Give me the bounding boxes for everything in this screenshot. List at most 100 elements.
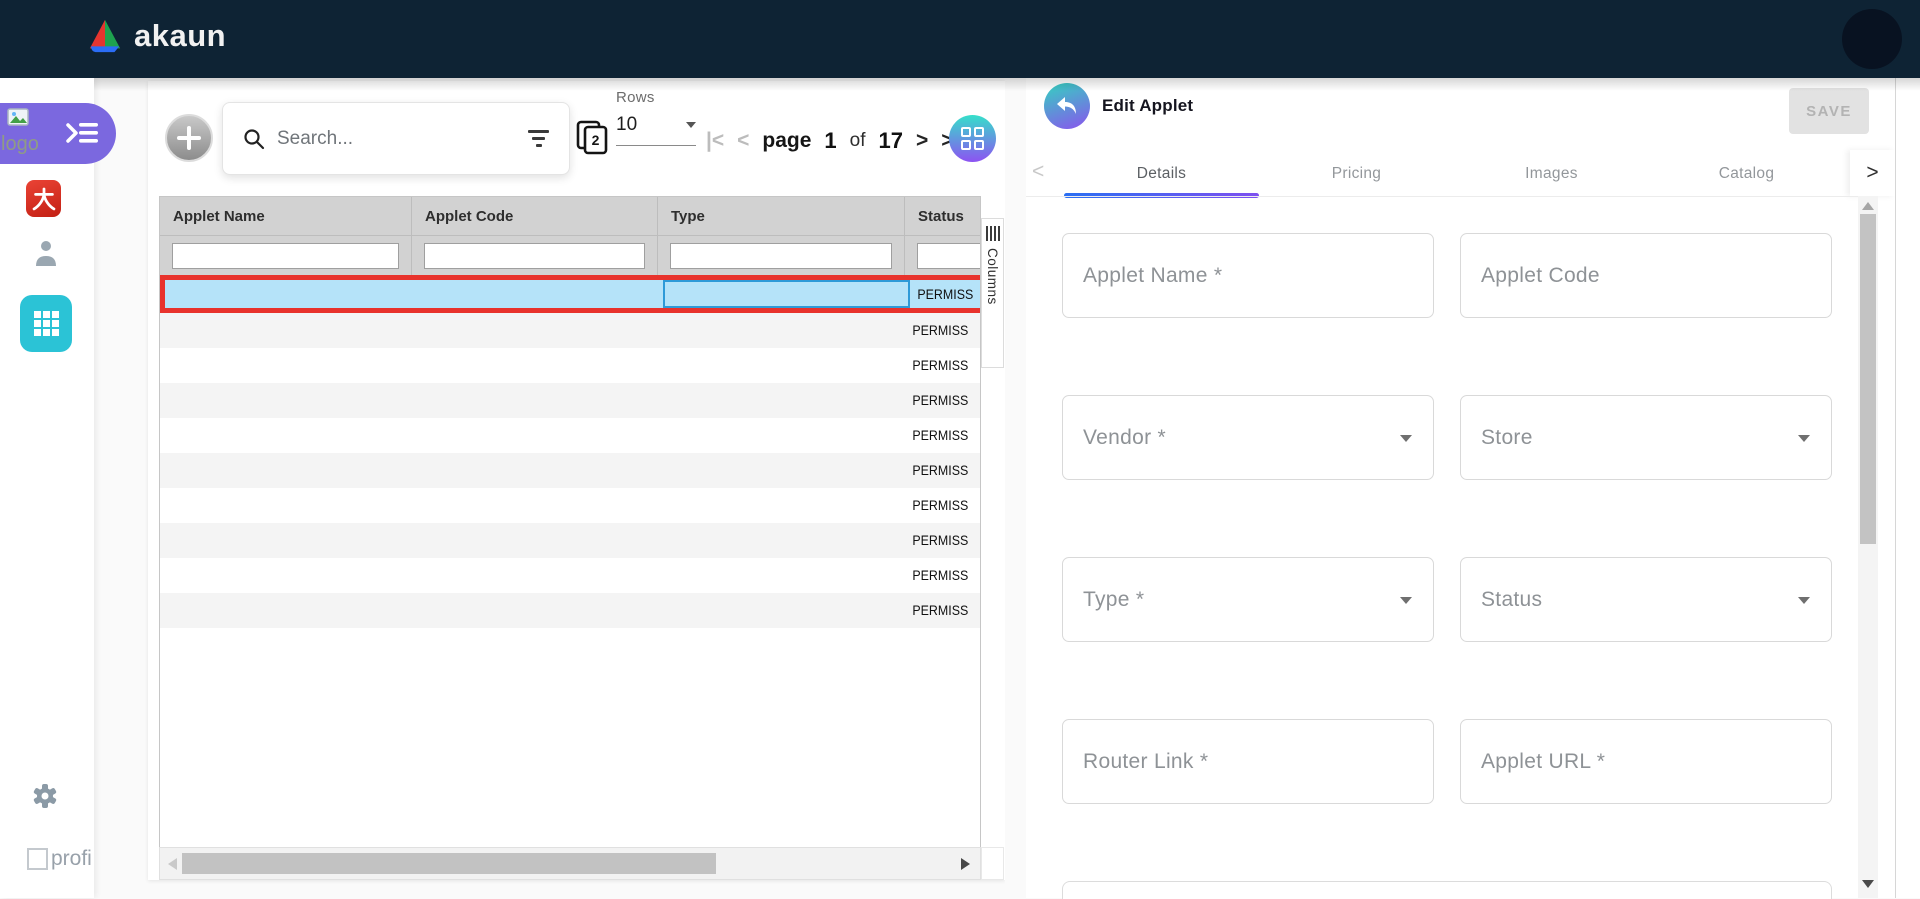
- field-applet-code[interactable]: [1461, 234, 1831, 317]
- search-box[interactable]: [222, 102, 570, 175]
- cell-status[interactable]: PERMISS: [905, 593, 981, 628]
- sidebar-item-apps[interactable]: [20, 295, 72, 352]
- tab-images[interactable]: Images: [1454, 150, 1649, 197]
- tab-details[interactable]: Details: [1064, 150, 1259, 197]
- vertical-scrollbar[interactable]: [1858, 196, 1878, 898]
- scroll-down-arrow-icon[interactable]: [1862, 880, 1874, 888]
- scroll-left-arrow-icon[interactable]: [168, 858, 177, 870]
- tab-catalog[interactable]: Catalog: [1649, 150, 1844, 197]
- cell-applet-code[interactable]: [412, 383, 658, 418]
- cell-applet-code[interactable]: [412, 348, 658, 383]
- cell-type[interactable]: [658, 383, 905, 418]
- cell-applet-code[interactable]: [412, 558, 658, 593]
- table-row[interactable]: PERMISS: [160, 348, 981, 383]
- cell-applet-name[interactable]: [160, 453, 412, 488]
- cell-applet-code[interactable]: [412, 593, 658, 628]
- cell-applet-name[interactable]: [160, 488, 412, 523]
- column-header-status[interactable]: Status: [905, 197, 981, 235]
- tabs-prev-chevron[interactable]: <: [1032, 160, 1044, 184]
- view-toggle-button[interactable]: [949, 115, 996, 162]
- cell-status[interactable]: PERMISS: [905, 523, 981, 558]
- cell-applet-name[interactable]: [160, 418, 412, 453]
- cell-applet-name[interactable]: [160, 348, 412, 383]
- first-page-button[interactable]: |<: [706, 129, 724, 153]
- cell-status[interactable]: PERMISS: [905, 418, 981, 453]
- cell-status[interactable]: PERMISS: [905, 348, 981, 383]
- table-row[interactable]: PERMISS: [160, 275, 981, 313]
- cell-applet-code[interactable]: [412, 453, 658, 488]
- filter-input-status[interactable]: [917, 243, 981, 269]
- rows-select[interactable]: 10: [616, 114, 696, 146]
- field-vendor[interactable]: [1063, 396, 1433, 479]
- scroll-right-arrow-icon[interactable]: [961, 858, 970, 870]
- tabs-next-chevron[interactable]: >: [1850, 150, 1895, 196]
- field-applet-name[interactable]: [1063, 234, 1433, 317]
- cell-applet-code[interactable]: [417, 280, 663, 308]
- sidebar-item-user[interactable]: [31, 238, 59, 273]
- cell-applet-name[interactable]: [165, 280, 417, 308]
- field-status[interactable]: [1461, 558, 1831, 641]
- menu-open-icon[interactable]: [66, 120, 100, 146]
- horizontal-scrollbar-thumb[interactable]: [182, 853, 716, 874]
- field-store[interactable]: [1461, 396, 1831, 479]
- cell-status[interactable]: PERMISS: [905, 313, 981, 348]
- cell-status[interactable]: PERMISS: [905, 383, 981, 418]
- cell-type[interactable]: [658, 348, 905, 383]
- cell-type[interactable]: [658, 523, 905, 558]
- table-row[interactable]: PERMISS: [160, 453, 981, 488]
- cell-status[interactable]: PERMISS: [905, 488, 981, 523]
- column-header-applet-name[interactable]: Applet Name: [160, 197, 412, 235]
- cell-applet-name[interactable]: [160, 558, 412, 593]
- cell-applet-name[interactable]: [160, 523, 412, 558]
- cell-status[interactable]: PERMISS: [910, 280, 981, 308]
- cell-status[interactable]: PERMISS: [905, 453, 981, 488]
- table-row[interactable]: PERMISS: [160, 523, 981, 558]
- horizontal-scrollbar[interactable]: [159, 847, 981, 880]
- cell-type[interactable]: [658, 488, 905, 523]
- column-header-type[interactable]: Type: [658, 197, 905, 235]
- field-applet-url[interactable]: [1461, 720, 1831, 803]
- brand-logo[interactable]: akaun: [86, 18, 226, 54]
- sidebar-logo-pill[interactable]: logo: [0, 103, 116, 164]
- prev-page-button[interactable]: <: [737, 129, 749, 153]
- field-type[interactable]: [1063, 558, 1433, 641]
- cell-applet-code[interactable]: [412, 523, 658, 558]
- duplicate-icon[interactable]: 2: [576, 120, 610, 156]
- cell-type[interactable]: [658, 453, 905, 488]
- table-row[interactable]: PERMISS: [160, 313, 981, 348]
- filter-input-type[interactable]: [670, 243, 892, 269]
- column-header-applet-code[interactable]: Applet Code: [412, 197, 658, 235]
- search-input[interactable]: [277, 128, 516, 150]
- tab-pricing[interactable]: Pricing: [1259, 150, 1454, 197]
- cell-type[interactable]: [658, 313, 905, 348]
- back-button[interactable]: [1044, 83, 1090, 129]
- next-page-button[interactable]: >: [916, 129, 928, 153]
- cell-applet-name[interactable]: [160, 593, 412, 628]
- sidebar-item-settings[interactable]: [31, 782, 59, 815]
- table-row[interactable]: PERMISS: [160, 418, 981, 453]
- columns-tab[interactable]: Columns: [981, 218, 1004, 368]
- field-router-link[interactable]: [1063, 720, 1433, 803]
- cell-type[interactable]: [663, 280, 910, 308]
- table-row[interactable]: PERMISS: [160, 593, 981, 628]
- sidebar-item-red-app[interactable]: [26, 180, 61, 217]
- table-row[interactable]: PERMISS: [160, 383, 981, 418]
- filter-input-applet-name[interactable]: [172, 243, 399, 269]
- sidebar-profile-broken-image[interactable]: profi: [27, 847, 93, 871]
- add-button[interactable]: [165, 114, 213, 162]
- scroll-up-arrow-icon[interactable]: [1862, 202, 1874, 210]
- cell-type[interactable]: [658, 418, 905, 453]
- cell-applet-code[interactable]: [412, 313, 658, 348]
- cell-applet-name[interactable]: [160, 313, 412, 348]
- cell-applet-name[interactable]: [160, 383, 412, 418]
- cell-type[interactable]: [658, 593, 905, 628]
- table-row[interactable]: PERMISS: [160, 558, 981, 593]
- filter-icon[interactable]: [528, 130, 549, 147]
- vertical-scrollbar-thumb[interactable]: [1860, 214, 1876, 544]
- save-button[interactable]: SAVE: [1789, 88, 1869, 134]
- cell-applet-code[interactable]: [412, 418, 658, 453]
- cell-status[interactable]: PERMISS: [905, 558, 981, 593]
- cell-applet-code[interactable]: [412, 488, 658, 523]
- cell-type[interactable]: [658, 558, 905, 593]
- user-avatar[interactable]: [1842, 9, 1902, 69]
